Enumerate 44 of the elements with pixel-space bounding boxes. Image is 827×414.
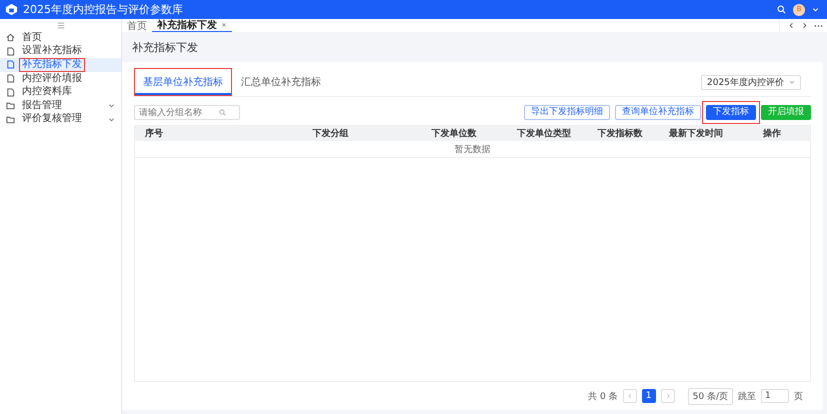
tab[interactable]: 基层单位补充指标 <box>134 68 232 96</box>
sidebar-item[interactable]: 首页 <box>0 31 121 45</box>
column-header: 操作 <box>763 129 781 139</box>
chevron-left-icon[interactable] <box>788 22 795 29</box>
sidebar-item[interactable]: 报告管理 <box>0 98 121 113</box>
close-icon[interactable] <box>221 22 227 28</box>
column-header: 最新下发时间 <box>669 129 723 139</box>
menu-icon[interactable] <box>56 22 64 28</box>
chevron-right-icon <box>664 393 671 399</box>
chevron-down-icon <box>789 79 795 85</box>
empty-text: 暂无数据 <box>454 144 490 156</box>
chevron-left-icon <box>626 393 633 399</box>
home-icon <box>6 33 15 42</box>
chevron-down-icon[interactable] <box>812 6 819 13</box>
search-icon[interactable] <box>777 5 786 14</box>
page-button[interactable]: 1 <box>642 389 656 403</box>
action-button[interactable]: 查询单位补充指标 <box>615 105 701 120</box>
sidebar-item[interactable]: 补充指标下发 <box>0 58 121 72</box>
total-count: 共 0 条 <box>588 390 618 402</box>
sidebar-item[interactable]: 评价复核管理 <box>0 112 121 126</box>
action-button[interactable]: 导出下发指标明细 <box>524 105 610 120</box>
page-tab[interactable]: 首页 <box>122 19 152 32</box>
page-title: 补充指标下发 <box>132 40 198 54</box>
column-header: 下发指标数 <box>598 129 642 139</box>
sidebar-item[interactable]: 设置补充指标 <box>0 44 121 58</box>
action-button[interactable]: 下发指标 <box>706 105 756 120</box>
more-icon[interactable] <box>814 24 823 28</box>
chevron-right-icon[interactable] <box>801 22 808 29</box>
search-icon <box>219 109 226 116</box>
column-header: 下发单位数 <box>431 129 476 139</box>
sidebar-item[interactable]: 内控资料库 <box>0 85 121 99</box>
sidebar-item[interactable]: 内控评价填报 <box>0 72 121 86</box>
app-title: 2025年度内控报告与评价参数库 <box>23 2 183 17</box>
goto-label: 跳至 <box>738 390 756 402</box>
page-suffix: 页 <box>794 390 803 402</box>
page-size-select[interactable]: 50 条/页 <box>688 388 733 404</box>
column-header: 下发单位类型 <box>517 129 571 139</box>
goto-page-field[interactable]: 1 <box>761 389 789 403</box>
year-select[interactable]: 2025年度内控评价 <box>701 74 801 90</box>
column-header: 序号 <box>145 129 163 139</box>
column-header: 下发分组 <box>312 129 348 139</box>
logo-icon <box>5 3 18 16</box>
tab[interactable]: 汇总单位补充指标 <box>232 68 330 96</box>
page-tab[interactable]: 补充指标下发 <box>152 19 232 32</box>
